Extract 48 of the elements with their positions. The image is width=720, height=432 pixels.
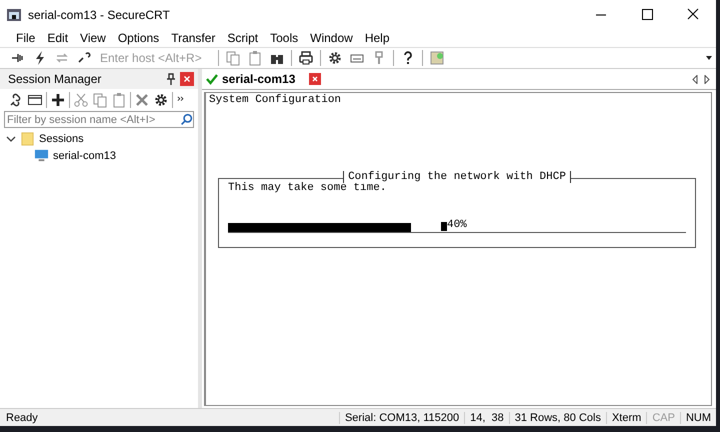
pin-icon[interactable] [166,73,176,85]
status-field: Serial: COM13, 115200 [338,412,464,424]
dialog-message: This may take some time. [228,182,388,194]
menu-item[interactable]: Help [358,31,396,45]
dialog-title: Configuring the network with DHCP [343,171,571,183]
paste-icon[interactable] [111,92,127,108]
key-indicator: NUM [680,412,716,424]
print-icon[interactable] [298,50,314,66]
menu-item[interactable]: Options [112,31,166,45]
menu-item[interactable]: View [74,31,112,45]
app-icon [6,6,22,22]
filter-field[interactable]: Filter by session name <Alt+I> [4,111,194,128]
menu-item[interactable]: Transfer [165,31,222,45]
progress-reading: 40% [446,220,467,231]
status-field: 14, 38 [464,412,509,424]
menu-item[interactable]: Edit [41,31,74,45]
menu-item[interactable]: Window [304,31,359,45]
key-indicator: CAP [646,412,680,424]
dropdown-icon[interactable] [706,56,712,60]
cut-icon[interactable] [73,92,89,108]
tree-item[interactable]: Sessions [39,132,84,144]
scroll-right-icon[interactable] [704,74,710,84]
terminal-screen[interactable]: System Configuration Configuring the network with DHCP This may take some time. 40% [204,92,712,406]
scroll-left-icon[interactable] [692,74,698,84]
folder-icon [20,131,35,146]
panel-title: Session Manager [8,72,102,86]
menu-item[interactable]: Tools [264,31,304,45]
add-icon[interactable] [50,92,66,108]
settings-icon[interactable] [153,92,169,108]
menu-item[interactable]: Script [221,31,264,45]
paste-icon[interactable] [247,50,263,66]
window-icon[interactable] [27,92,43,108]
terminal-header: System Configuration [209,94,342,106]
menu-item[interactable]: File [10,31,42,45]
host-field[interactable]: Enter host <Alt+R> [98,50,212,66]
copy-icon[interactable] [225,50,241,66]
copy-icon[interactable] [92,92,108,108]
status-message: Ready [5,412,39,424]
window-title: serial-com13 - SecureCRT [28,8,170,22]
cursor-block [440,222,447,231]
monitor-icon [34,148,49,163]
expand-chevron-icon[interactable] [6,134,16,144]
image-icon[interactable] [429,50,445,66]
search-icon[interactable] [180,113,193,126]
tree-item[interactable]: serial-com13 [53,150,116,162]
status-field: 31 Rows, 80 Cols [508,412,606,424]
settings-icon[interactable] [327,50,343,66]
status-field: Xterm [606,412,646,424]
